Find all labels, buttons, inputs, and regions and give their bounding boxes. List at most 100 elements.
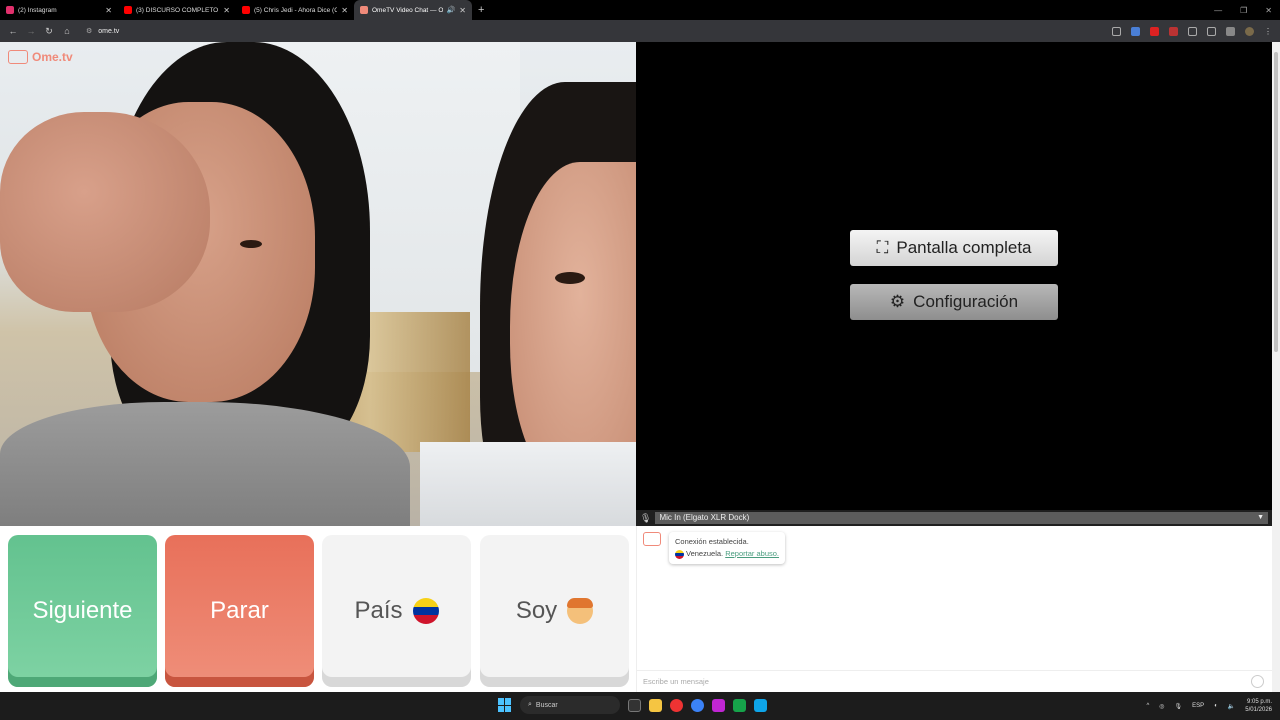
message-input[interactable]: Escribe un mensaje bbox=[637, 670, 1273, 692]
fullscreen-label: Pantalla completa bbox=[896, 238, 1032, 257]
browser-toolbar: ← → ↻ ⌂ ⚙ ome.tv bbox=[0, 20, 1280, 42]
person-hand bbox=[0, 112, 210, 312]
emoji-icon[interactable] bbox=[1251, 675, 1264, 688]
ometv-icon bbox=[360, 6, 368, 14]
file-explorer-icon[interactable] bbox=[649, 698, 662, 712]
back-icon[interactable]: ← bbox=[4, 26, 22, 36]
venezuela-flag-icon bbox=[675, 549, 684, 559]
country-label: País bbox=[354, 597, 403, 624]
report-abuse-link[interactable]: Reportar abuso. bbox=[725, 549, 779, 558]
minimize-icon[interactable]: — bbox=[1214, 6, 1222, 15]
task-view-icon[interactable] bbox=[628, 698, 641, 712]
volume-icon[interactable]: 🔈 bbox=[1228, 703, 1235, 710]
close-icon[interactable]: ✕ bbox=[223, 6, 230, 15]
clock-time: 9:05 p.m. bbox=[1246, 699, 1272, 705]
fullscreen-button[interactable]: ⛶ Pantalla completa bbox=[850, 230, 1058, 266]
system-tray: ^ ◎ 🎙 ESP ◐ 🔈 9:05 p.m. 5/01/2026 bbox=[1146, 692, 1272, 720]
close-window-icon[interactable]: ✕ bbox=[1265, 6, 1272, 15]
app-icon[interactable] bbox=[712, 698, 725, 712]
clock-date: 5/01/2026 bbox=[1245, 707, 1272, 713]
eye bbox=[555, 272, 585, 284]
logo-icon bbox=[8, 50, 28, 64]
gear-icon: ⚙ bbox=[889, 292, 906, 311]
stop-label: Parar bbox=[210, 597, 269, 624]
browser-tab-strip: (2) Instagram ✕ (3) DISCURSO COMPLETO DE… bbox=[0, 0, 1280, 20]
tab-discurso[interactable]: (3) DISCURSO COMPLETO DE T ✕ bbox=[118, 0, 236, 20]
page-scrollbar[interactable] bbox=[1272, 42, 1280, 692]
bookmark-star-icon[interactable] bbox=[1131, 26, 1140, 36]
ometv-avatar bbox=[643, 532, 661, 546]
search-icon: ⌕ bbox=[528, 701, 532, 708]
chat-panel: Conexión establecida. Venezuela. Reporta… bbox=[636, 526, 1273, 692]
network-icon[interactable]: ◎ bbox=[1159, 703, 1164, 710]
person-shirt bbox=[0, 402, 410, 526]
app-icon[interactable] bbox=[754, 698, 767, 712]
next-label: Siguiente bbox=[32, 597, 133, 624]
sidebar-icon[interactable] bbox=[1207, 26, 1216, 36]
logo-text: Ome.tv bbox=[32, 50, 73, 64]
person-shirt bbox=[420, 442, 636, 526]
new-tab-icon[interactable]: + bbox=[478, 4, 484, 16]
windows-start-icon[interactable] bbox=[498, 698, 512, 712]
settings-button[interactable]: ⚙ Configuración bbox=[850, 284, 1058, 320]
chat-bubble: Conexión establecida. Venezuela. Reporta… bbox=[669, 532, 786, 564]
tab-chris-jedi[interactable]: (5) Chris Jedi - Ahora Dice (Offi ✕ bbox=[236, 0, 354, 20]
instagram-icon bbox=[6, 6, 14, 14]
speaker-icon[interactable]: 🔊 bbox=[447, 6, 456, 14]
home-icon[interactable]: ⌂ bbox=[58, 26, 76, 36]
mic-select[interactable]: Mic In (Elgato XLR Dock) ▼ bbox=[655, 512, 1268, 524]
tab-title: (2) Instagram bbox=[18, 6, 57, 14]
screen: (2) Instagram ✕ (3) DISCURSO COMPLETO DE… bbox=[0, 0, 1280, 720]
address-bar[interactable]: ⚙ ome.tv bbox=[82, 23, 1082, 39]
partner-video: Ome.tv bbox=[0, 42, 636, 526]
youtube-icon bbox=[242, 6, 250, 14]
window-controls: — ❐ ✕ bbox=[1214, 0, 1272, 20]
stop-button[interactable]: Parar bbox=[165, 535, 314, 687]
puzzle-icon[interactable] bbox=[1188, 26, 1197, 36]
gender-button[interactable]: Soy bbox=[480, 535, 629, 687]
tab-instagram[interactable]: (2) Instagram ✕ bbox=[0, 0, 118, 20]
tab-title: (3) DISCURSO COMPLETO DE T bbox=[136, 6, 219, 14]
extension-icons: ⋮ bbox=[1112, 20, 1272, 42]
boy-emoji-icon bbox=[567, 598, 594, 624]
menu-icon[interactable]: ⋮ bbox=[1264, 27, 1272, 36]
self-video: ⛶ Pantalla completa ⚙ Configuración bbox=[636, 42, 1272, 510]
site-info-icon[interactable]: ⚙ bbox=[86, 27, 92, 35]
wifi-icon[interactable]: ◐ bbox=[1214, 703, 1218, 709]
ometv-page: Ome.tv ⛶ Pantalla completa ⚙ Configuraci… bbox=[0, 42, 1273, 692]
url-text: ome.tv bbox=[98, 27, 120, 35]
forward-icon[interactable]: → bbox=[22, 26, 40, 36]
tab-title: (5) Chris Jedi - Ahora Dice (Offi bbox=[254, 6, 338, 14]
tab-ometv[interactable]: OmeTV Video Chat — Ome 🔊 ✕ bbox=[354, 0, 472, 20]
close-icon[interactable]: ✕ bbox=[105, 6, 112, 15]
fullscreen-icon: ⛶ bbox=[876, 238, 889, 257]
gender-label: Soy bbox=[515, 597, 558, 624]
chrome-icon[interactable] bbox=[691, 698, 704, 712]
cast-icon[interactable] bbox=[1112, 26, 1121, 36]
close-icon[interactable]: ✕ bbox=[341, 6, 348, 15]
taskbar-search[interactable]: ⌕ Buscar bbox=[520, 696, 620, 714]
language-indicator[interactable]: ESP bbox=[1192, 703, 1204, 709]
mic-selector-bar: 🎙 Mic In (Elgato XLR Dock) ▼ bbox=[636, 510, 1272, 526]
restore-icon[interactable]: ❐ bbox=[1240, 6, 1247, 15]
minecraft-icon[interactable] bbox=[733, 698, 746, 712]
connection-status: Conexión establecida. bbox=[675, 537, 749, 546]
mic-select-value: Mic In (Elgato XLR Dock) bbox=[659, 513, 750, 522]
extension-icon[interactable] bbox=[1169, 26, 1178, 36]
profile-avatar[interactable] bbox=[1245, 26, 1254, 36]
taskbar-apps: ⌕ Buscar bbox=[498, 696, 767, 714]
microphone-icon[interactable]: 🎙 bbox=[1175, 703, 1183, 710]
extension-icon[interactable] bbox=[1150, 26, 1159, 36]
clock[interactable]: 9:05 p.m. 5/01/2026 bbox=[1245, 698, 1272, 714]
eye bbox=[240, 240, 262, 248]
venezuela-flag-icon bbox=[412, 598, 439, 624]
close-icon[interactable]: ✕ bbox=[459, 6, 466, 15]
youtube-icon bbox=[124, 6, 132, 14]
next-button[interactable]: Siguiente bbox=[8, 535, 157, 687]
scrollbar-thumb[interactable] bbox=[1274, 52, 1278, 352]
download-icon[interactable] bbox=[1226, 26, 1235, 36]
chevron-up-icon[interactable]: ^ bbox=[1146, 703, 1149, 709]
reload-icon[interactable]: ↻ bbox=[40, 26, 58, 37]
country-button[interactable]: País bbox=[322, 535, 471, 687]
app-icon[interactable] bbox=[670, 698, 683, 712]
